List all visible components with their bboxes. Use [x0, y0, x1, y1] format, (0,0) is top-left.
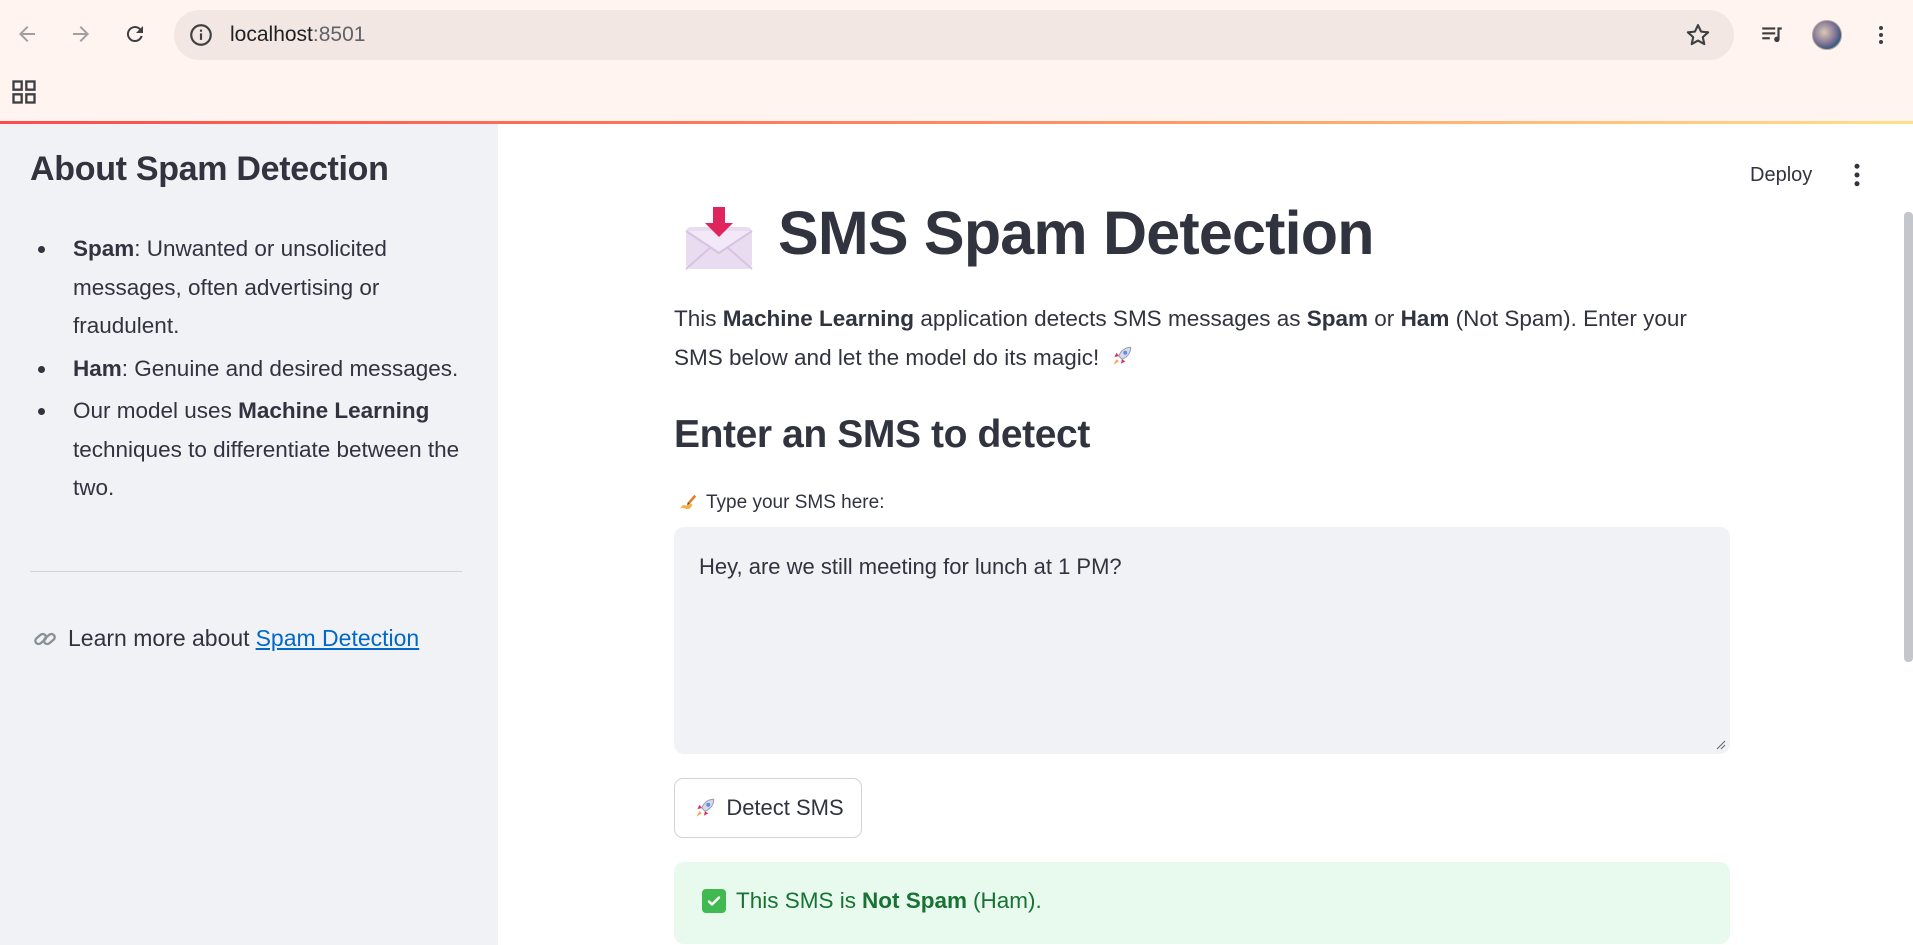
- bookmark-star-icon[interactable]: [1684, 21, 1712, 49]
- page-title: SMS Spam Detection: [778, 199, 1375, 267]
- model-text-suffix: techniques to differentiate between the …: [73, 436, 460, 501]
- url-port: :8501: [312, 23, 366, 46]
- profile-button[interactable]: [1807, 15, 1847, 55]
- list-item: Ham: Genuine and desired messages.: [30, 350, 460, 389]
- info-icon[interactable]: [188, 22, 214, 48]
- rocket-icon: [1113, 346, 1132, 365]
- arrow-right-icon: [73, 26, 89, 42]
- learn-more: Learn more about Spam Detection: [32, 625, 419, 652]
- more-vertical-icon: [1879, 26, 1883, 44]
- back-button[interactable]: [7, 14, 47, 54]
- scrollbar[interactable]: [1904, 212, 1913, 662]
- intro-bold: Machine Learning: [722, 306, 915, 331]
- spam-detection-link[interactable]: Spam Detection: [256, 625, 420, 652]
- reload-button[interactable]: [115, 14, 155, 54]
- url-text: localhost:8501: [230, 23, 365, 47]
- playlist-music-icon: [1762, 27, 1782, 43]
- section-heading: Enter an SMS to detect: [674, 413, 1090, 456]
- result-suffix: (Ham).: [973, 888, 1042, 913]
- url-host: localhost: [230, 23, 313, 46]
- learn-more-prefix: Learn more about: [68, 625, 250, 651]
- address-bar[interactable]: localhost:8501: [174, 10, 1734, 60]
- list-item: Our model uses Machine Learning techniqu…: [30, 392, 460, 508]
- intro-part: or: [1368, 306, 1401, 331]
- incoming-envelope-icon: [685, 207, 753, 270]
- result-alert: This SMS is Not Spam (Ham).: [674, 862, 1730, 944]
- arrow-left-icon: [19, 26, 35, 42]
- sidebar-divider: [30, 571, 462, 572]
- term-spam: Spam: [73, 236, 135, 261]
- model-text-prefix: Our model uses: [73, 398, 239, 423]
- result-verdict: Not Spam: [862, 888, 968, 913]
- result-message: This SMS is Not Spam (Ham).: [702, 888, 1042, 914]
- intro-part: application detects SMS messages as: [914, 306, 1307, 331]
- browser-toolbar: localhost:8501: [0, 0, 1913, 70]
- detect-sms-button-label: Detect SMS: [726, 795, 844, 820]
- link-icon: [34, 632, 56, 645]
- intro-bold: Ham: [1400, 306, 1450, 331]
- sms-input-label-text: Type your SMS here:: [706, 492, 885, 513]
- app-menu-icon[interactable]: [1842, 160, 1872, 190]
- sidebar-list: Spam: Unwanted or unsolicited messages, …: [30, 230, 460, 512]
- browser-chrome: localhost:8501: [0, 0, 1913, 124]
- browser-menu-button[interactable]: [1861, 15, 1901, 55]
- bookmarks-bar: [0, 72, 1913, 122]
- sms-input-label: Type your SMS here:: [676, 492, 884, 514]
- reload-icon: [126, 26, 143, 43]
- apps-grid-icon[interactable]: [10, 78, 38, 106]
- media-control-button[interactable]: [1752, 15, 1792, 55]
- detect-sms-button[interactable]: Detect SMS: [674, 778, 862, 838]
- forward-button[interactable]: [61, 14, 101, 54]
- rocket-icon: [696, 798, 715, 817]
- check-mark-icon: [702, 889, 726, 913]
- definition-ham: : Genuine and desired messages.: [121, 355, 459, 381]
- result-prefix: This SMS is: [736, 888, 857, 913]
- list-item: Spam: Unwanted or unsolicited messages, …: [30, 230, 460, 346]
- sidebar-title: About Spam Detection: [30, 150, 389, 188]
- avatar: [1812, 20, 1842, 50]
- term-machine-learning: Machine Learning: [238, 398, 430, 423]
- writing-hand-icon: [679, 494, 697, 510]
- intro-part: This: [674, 306, 723, 331]
- sms-input[interactable]: Hey, are we still meeting for lunch at 1…: [674, 527, 1730, 754]
- term-ham: Ham: [73, 355, 122, 381]
- intro-bold: Spam: [1306, 306, 1369, 331]
- resize-handle-icon[interactable]: [1714, 738, 1726, 750]
- deploy-button[interactable]: Deploy: [1750, 164, 1812, 187]
- intro-text: This Machine Learning application detect…: [674, 299, 1734, 377]
